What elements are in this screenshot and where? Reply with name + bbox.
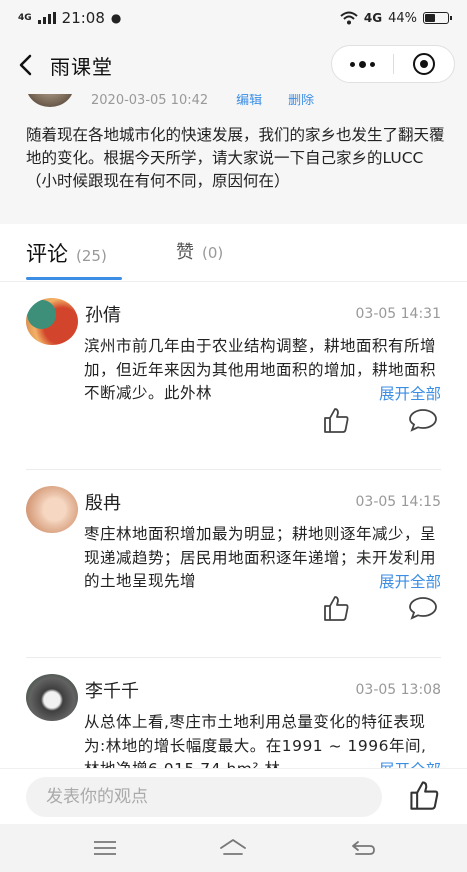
more-dots-icon — [349, 60, 375, 68]
post: 2020-03-05 10:42 编辑 删除 随着现在各地城市化的快速发展，我们… — [0, 94, 467, 224]
active-tab-indicator — [26, 277, 122, 280]
comment-time: 03-05 14:15 — [355, 494, 441, 510]
right-network-type: 4G — [363, 11, 383, 25]
post-text: 随着现在各地城市化的快速发展，我们的家乡也发生了翻天覆地的变化。根据今天所学，请… — [26, 126, 445, 190]
back-arrow-icon[interactable] — [348, 834, 378, 862]
system-nav-bar — [0, 824, 467, 872]
comment-input[interactable] — [26, 777, 382, 817]
chevron-left-icon — [19, 54, 32, 76]
more-button[interactable] — [332, 46, 393, 82]
wechat-icon: ● — [110, 11, 122, 25]
tab-likes[interactable]: 赞 (0) — [176, 238, 223, 264]
status-bar: 4G 21:08 ● 4G 44% — [0, 0, 467, 36]
network-type: 4G — [18, 13, 32, 23]
battery-icon — [423, 12, 452, 24]
avatar[interactable] — [26, 298, 78, 345]
avatar[interactable] — [26, 486, 78, 533]
clock: 21:08 — [61, 9, 105, 27]
wifi-icon — [340, 11, 358, 25]
tab-likes-count: (0) — [202, 244, 224, 262]
home-icon[interactable] — [218, 834, 248, 862]
target-icon — [412, 53, 435, 75]
battery-percent: 44% — [388, 10, 417, 26]
close-miniprogram-button[interactable] — [394, 46, 455, 82]
tab-comments-count: (25) — [76, 247, 107, 265]
signal-icon — [37, 12, 56, 24]
comment-item: 殷冉 03-05 14:15 枣庄林地面积增加最为明显；耕地则逐年减少，呈现递减… — [0, 470, 467, 658]
page-title: 雨课堂 — [50, 54, 113, 79]
miniprogram-capsule — [331, 45, 455, 83]
comment-time: 03-05 14:31 — [355, 306, 441, 322]
tab-likes-label: 赞 — [176, 242, 194, 263]
thumbs-up-icon[interactable] — [322, 406, 350, 434]
comment-item: 李千千 03-05 13:08 从总体上看,枣庄市土地利用总量变化的特征表现为:… — [0, 658, 467, 768]
commenter-name: 殷冉 — [85, 493, 121, 514]
tab-comments-label: 评论 — [26, 242, 68, 266]
commenter-name: 李千千 — [85, 681, 139, 702]
nav-bar: 雨课堂 — [0, 36, 467, 94]
post-date: 2020-03-05 10:42 — [91, 94, 209, 108]
comment-bubble-icon[interactable] — [408, 406, 438, 434]
thumbs-up-icon[interactable] — [322, 594, 350, 622]
comment-item: 孙倩 03-05 14:31 滨州市前几年由于农业结构调整，耕地面积有所增加，但… — [0, 282, 467, 470]
expand-all-link[interactable]: 展开全部 — [372, 570, 441, 592]
back-button[interactable] — [0, 36, 50, 94]
avatar[interactable] — [26, 674, 78, 721]
delete-link[interactable]: 删除 — [288, 94, 314, 108]
comment-bubble-icon[interactable] — [408, 594, 438, 622]
status-left: 4G 21:08 ● — [18, 9, 121, 27]
expand-all-link[interactable]: 展开全部 — [372, 382, 441, 404]
commenter-name: 孙倩 — [85, 305, 121, 326]
menu-icon[interactable] — [90, 834, 120, 862]
status-right: 4G 44% — [340, 10, 452, 26]
comment-time: 03-05 13:08 — [355, 682, 441, 698]
post-meta: 2020-03-05 10:42 编辑 删除 — [91, 94, 314, 108]
comment-input-bar — [0, 768, 467, 824]
tabs: 评论 (25) 赞 (0) — [0, 224, 467, 282]
thumbs-up-icon[interactable] — [408, 779, 440, 811]
edit-link[interactable]: 编辑 — [236, 94, 262, 108]
expand-all-link[interactable]: 展开全部 — [372, 758, 441, 768]
tab-comments[interactable]: 评论 (25) — [26, 238, 107, 268]
post-avatar — [26, 94, 74, 107]
